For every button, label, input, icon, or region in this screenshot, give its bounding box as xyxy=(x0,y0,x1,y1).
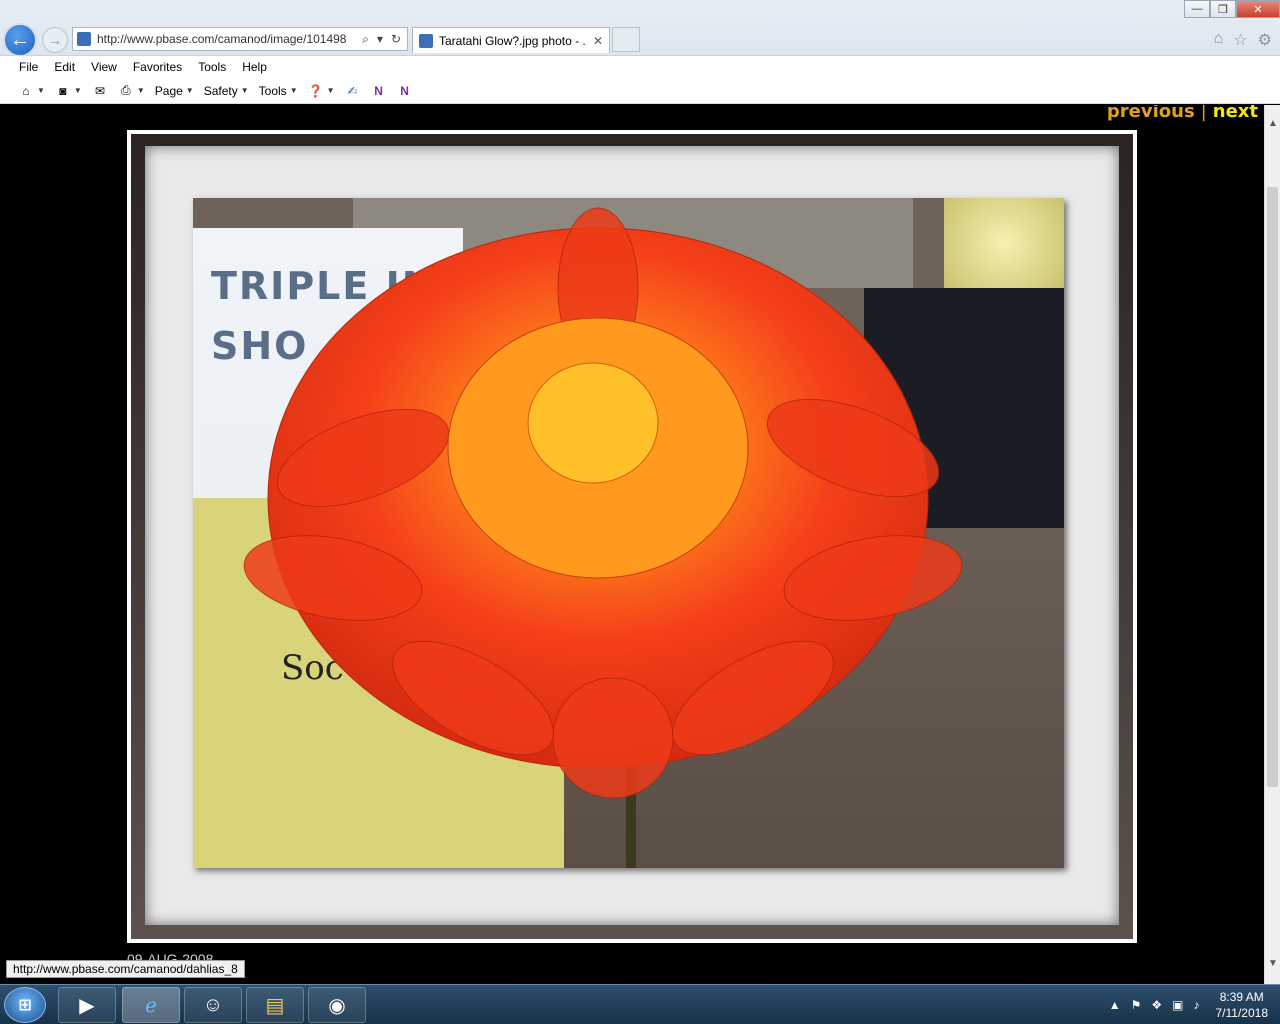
menu-help[interactable]: Help xyxy=(242,60,267,74)
ie-icon: ℯ xyxy=(145,994,157,1017)
browser-window: — ❐ ✕ ← → http://www.pbase.com/camanod/i… xyxy=(0,0,1280,1024)
menu-bar: File Edit View Favorites Tools Help xyxy=(0,56,1280,78)
help-button[interactable]: ❓ ▼ xyxy=(308,83,334,99)
dropdown-icon[interactable]: ▾ xyxy=(377,32,383,47)
page-content: previous | next TRIPLE IN SHO Soc 09-AUG… xyxy=(0,105,1264,985)
address-url[interactable]: http://www.pbase.com/camanod/image/10149… xyxy=(97,32,362,46)
new-tab-button[interactable] xyxy=(612,27,640,52)
print-button[interactable]: ⎙ ▼ xyxy=(118,83,145,99)
status-tooltip: http://www.pbase.com/camanod/dahlias_8 xyxy=(6,960,245,978)
start-button[interactable]: ⊞ xyxy=(4,987,46,1023)
page-menu[interactable]: Page ▼ xyxy=(155,84,194,98)
tools-menu[interactable]: Tools ▼ xyxy=(259,84,298,98)
home-button[interactable]: ⌂ ▼ xyxy=(18,83,45,99)
tab-active[interactable]: Taratahi Glow?.jpg photo - ... ✕ xyxy=(412,27,610,53)
safety-label: Safety xyxy=(203,83,238,98)
flag-icon[interactable]: ⚑ xyxy=(1131,998,1142,1012)
vertical-scrollbar[interactable]: ▲ ▼ xyxy=(1264,105,1280,985)
photo-frame: TRIPLE IN SHO Soc xyxy=(127,130,1137,943)
dropbox-icon[interactable]: ❖ xyxy=(1151,998,1162,1012)
taskbar-explorer[interactable]: ▤ xyxy=(246,987,304,1023)
taskbar-media-player[interactable]: ▶ xyxy=(58,987,116,1023)
menu-file[interactable]: File xyxy=(19,60,38,74)
star-icon[interactable]: ☆ xyxy=(1233,30,1247,50)
clock-date: 7/11/2018 xyxy=(1215,1006,1269,1020)
mail-icon: ✉ xyxy=(94,83,105,98)
taskbar-people[interactable]: ☺ xyxy=(184,987,242,1023)
tray-expand-icon[interactable]: ▲ xyxy=(1109,998,1121,1012)
help-icon: ❓ xyxy=(308,83,324,98)
pager: previous | next xyxy=(1107,105,1258,122)
feeds-button[interactable]: ◙ ▼ xyxy=(55,83,82,99)
media-player-icon: ▶ xyxy=(79,994,95,1017)
onenote-linked-icon[interactable]: N xyxy=(397,83,413,99)
address-bar[interactable]: http://www.pbase.com/camanod/image/10149… xyxy=(72,27,408,51)
tab-close-icon[interactable]: ✕ xyxy=(593,34,603,48)
network-icon[interactable]: ▣ xyxy=(1172,998,1183,1012)
feeds-icon: ◙ xyxy=(59,83,67,98)
menu-edit[interactable]: Edit xyxy=(54,60,75,74)
site-favicon xyxy=(77,32,91,46)
taskbar-eye-app[interactable]: ◉ xyxy=(308,987,366,1023)
back-icon: ← xyxy=(10,28,30,51)
previous-link[interactable]: previous xyxy=(1107,105,1195,122)
eye-icon: ◉ xyxy=(328,994,346,1017)
system-tray: ▲ ⚑ ❖ ▣ ♪ 8:39 AM 7/11/2018 xyxy=(1109,989,1268,1021)
safety-menu[interactable]: Safety ▼ xyxy=(204,84,249,98)
menu-favorites[interactable]: Favorites xyxy=(133,60,182,74)
minimize-button[interactable]: — xyxy=(1184,0,1210,18)
forward-button[interactable]: → xyxy=(42,27,68,53)
scroll-down-icon[interactable]: ▼ xyxy=(1265,955,1280,971)
mail-button[interactable]: ✉ xyxy=(92,83,108,99)
onenote-icon[interactable]: N xyxy=(371,83,387,99)
clock[interactable]: 8:39 AM 7/11/2018 xyxy=(1216,989,1269,1021)
taskbar: ⊞ ▶ ℯ ☺ ▤ ◉ ▲ ⚑ ❖ ▣ ♪ 8:39 AM 7/11/2018 xyxy=(0,984,1280,1024)
tab-title: Taratahi Glow?.jpg photo - ... xyxy=(439,33,587,48)
dahlia-flower-graphic xyxy=(243,207,963,868)
menu-tools[interactable]: Tools xyxy=(198,60,226,74)
print-icon: ⎙ xyxy=(121,83,131,97)
volume-icon[interactable]: ♪ xyxy=(1194,998,1200,1012)
people-icon: ☺ xyxy=(202,993,224,1016)
start-orb-icon: ⊞ xyxy=(18,997,32,1014)
close-button[interactable]: ✕ xyxy=(1236,0,1280,18)
pager-separator: | xyxy=(1200,105,1207,122)
research-icon[interactable]: ✍ xyxy=(345,83,361,99)
taskbar-internet-explorer[interactable]: ℯ xyxy=(122,987,180,1023)
next-link[interactable]: next xyxy=(1213,105,1258,122)
restore-button[interactable]: ❐ xyxy=(1210,0,1236,18)
search-icon[interactable]: ⌕ xyxy=(362,32,369,47)
photo-border: TRIPLE IN SHO Soc xyxy=(131,134,1133,939)
back-button[interactable]: ← xyxy=(3,23,37,57)
gear-icon[interactable]: ⚙ xyxy=(1258,30,1272,50)
browser-chrome: — ❐ ✕ ← → http://www.pbase.com/camanod/i… xyxy=(0,0,1280,57)
page-label: Page xyxy=(154,83,183,98)
home-icon[interactable]: ⌂ xyxy=(1214,30,1224,50)
clock-time: 8:39 AM xyxy=(1219,990,1264,1004)
toolbar-right: ⌂ ☆ ⚙ xyxy=(1214,30,1272,50)
window-controls: — ❐ ✕ xyxy=(1184,0,1280,18)
photo-mat: TRIPLE IN SHO Soc xyxy=(145,146,1119,925)
tools-label: Tools xyxy=(258,83,287,98)
dahlia-photo[interactable]: TRIPLE IN SHO Soc xyxy=(193,198,1064,868)
folder-icon: ▤ xyxy=(265,994,285,1017)
command-bar: ⌂ ▼ ◙ ▼ ✉ ⎙ ▼ Page ▼ Safety ▼ Tools ▼ ❓ ▼ ✍ N N xyxy=(0,78,1280,104)
scroll-thumb[interactable] xyxy=(1267,187,1278,787)
forward-icon: → xyxy=(48,32,62,48)
tab-favicon xyxy=(419,33,433,48)
home-icon: ⌂ xyxy=(22,83,30,98)
scroll-up-icon[interactable]: ▲ xyxy=(1265,115,1280,131)
refresh-icon[interactable]: ↻ xyxy=(391,32,401,47)
menu-view[interactable]: View xyxy=(91,60,117,74)
